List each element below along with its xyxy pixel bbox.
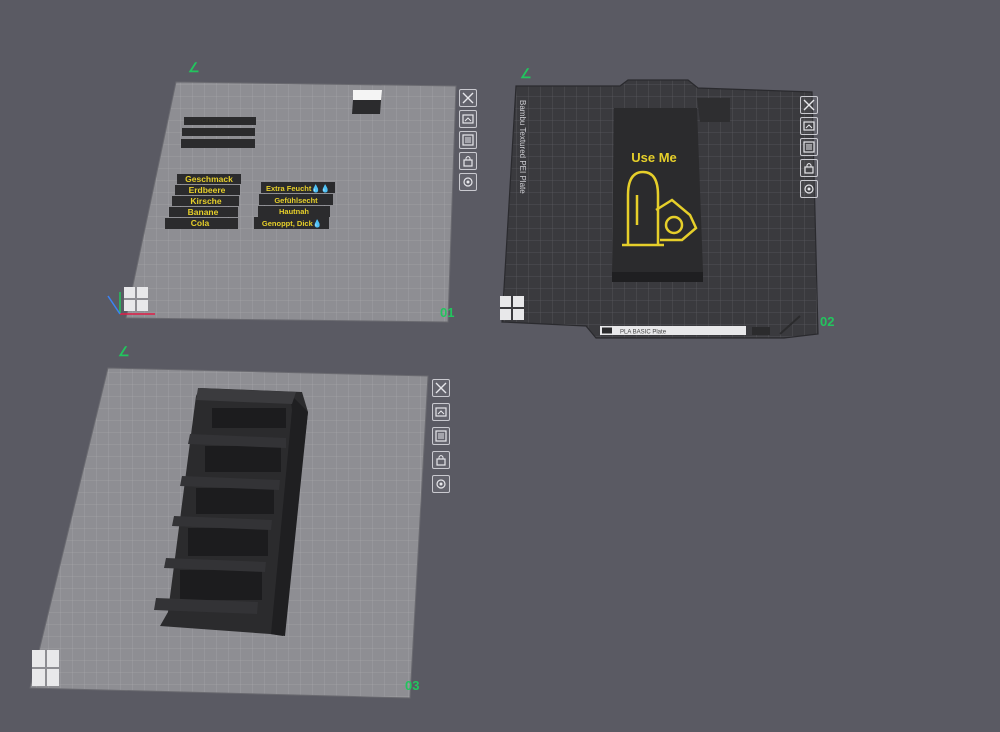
plate-01[interactable]: ∠ Geschmack Erdbeere Kirsche Banane Cola bbox=[107, 60, 457, 323]
label-hautnah: Hautnah bbox=[279, 207, 309, 216]
orient-icon[interactable] bbox=[800, 138, 818, 156]
settings-icon[interactable] bbox=[459, 173, 477, 191]
label-kirsche: Kirsche bbox=[190, 196, 221, 206]
arrange-icon[interactable] bbox=[432, 403, 450, 421]
plate-origin-marker: ∠ bbox=[188, 60, 200, 75]
arrange-icon[interactable] bbox=[459, 110, 477, 128]
settings-icon[interactable] bbox=[800, 180, 818, 198]
lock-icon[interactable] bbox=[800, 159, 818, 177]
plate-origin-marker-02: ∠ bbox=[520, 66, 532, 81]
settings-icon[interactable] bbox=[432, 475, 450, 493]
orient-icon[interactable] bbox=[432, 427, 450, 445]
plate-corner-logo-icon-03 bbox=[32, 650, 59, 686]
label-erdbeere: Erdbeere bbox=[189, 185, 226, 195]
plate-number-01: 01 bbox=[440, 305, 454, 320]
close-icon[interactable] bbox=[800, 96, 818, 114]
label-cola: Cola bbox=[191, 218, 210, 228]
close-icon[interactable] bbox=[459, 89, 477, 107]
label-genoppt-dick: Genoppt, Dick💧 bbox=[262, 219, 322, 228]
plate-origin-marker-03: ∠ bbox=[118, 344, 130, 359]
label-extra-feucht: Extra Feucht💧💧 bbox=[266, 184, 330, 193]
label-banane: Banane bbox=[188, 207, 219, 217]
close-icon[interactable] bbox=[432, 379, 450, 397]
lock-icon[interactable] bbox=[432, 451, 450, 469]
model-use-me-text: Use Me bbox=[631, 150, 677, 165]
plate-02[interactable]: ∠ Bambu Textured PEI Plate Use Me PLA BA… bbox=[500, 66, 834, 339]
orient-icon[interactable] bbox=[459, 131, 477, 149]
label-geschmack: Geschmack bbox=[185, 174, 233, 184]
plate-03[interactable]: ∠ 03 bbox=[29, 344, 429, 699]
plate-side-text: Bambu Textured PEI Plate bbox=[518, 100, 527, 194]
bar-stack-model[interactable] bbox=[181, 117, 256, 148]
plate-corner-logo-icon-02 bbox=[500, 296, 524, 320]
lock-icon[interactable] bbox=[459, 152, 477, 170]
plate-strip-text: PLA BASIC Plate bbox=[620, 330, 667, 336]
plate-number-03: 03 bbox=[405, 678, 419, 693]
arrange-icon[interactable] bbox=[800, 117, 818, 135]
label-gefuehlsecht: Gefühlsecht bbox=[274, 196, 318, 205]
small-block-model[interactable] bbox=[352, 90, 382, 114]
plate-corner-logo-icon bbox=[124, 287, 148, 311]
3d-viewport[interactable]: ∠ Geschmack Erdbeere Kirsche Banane Cola bbox=[0, 0, 1000, 732]
plate-number-02: 02 bbox=[820, 314, 834, 329]
